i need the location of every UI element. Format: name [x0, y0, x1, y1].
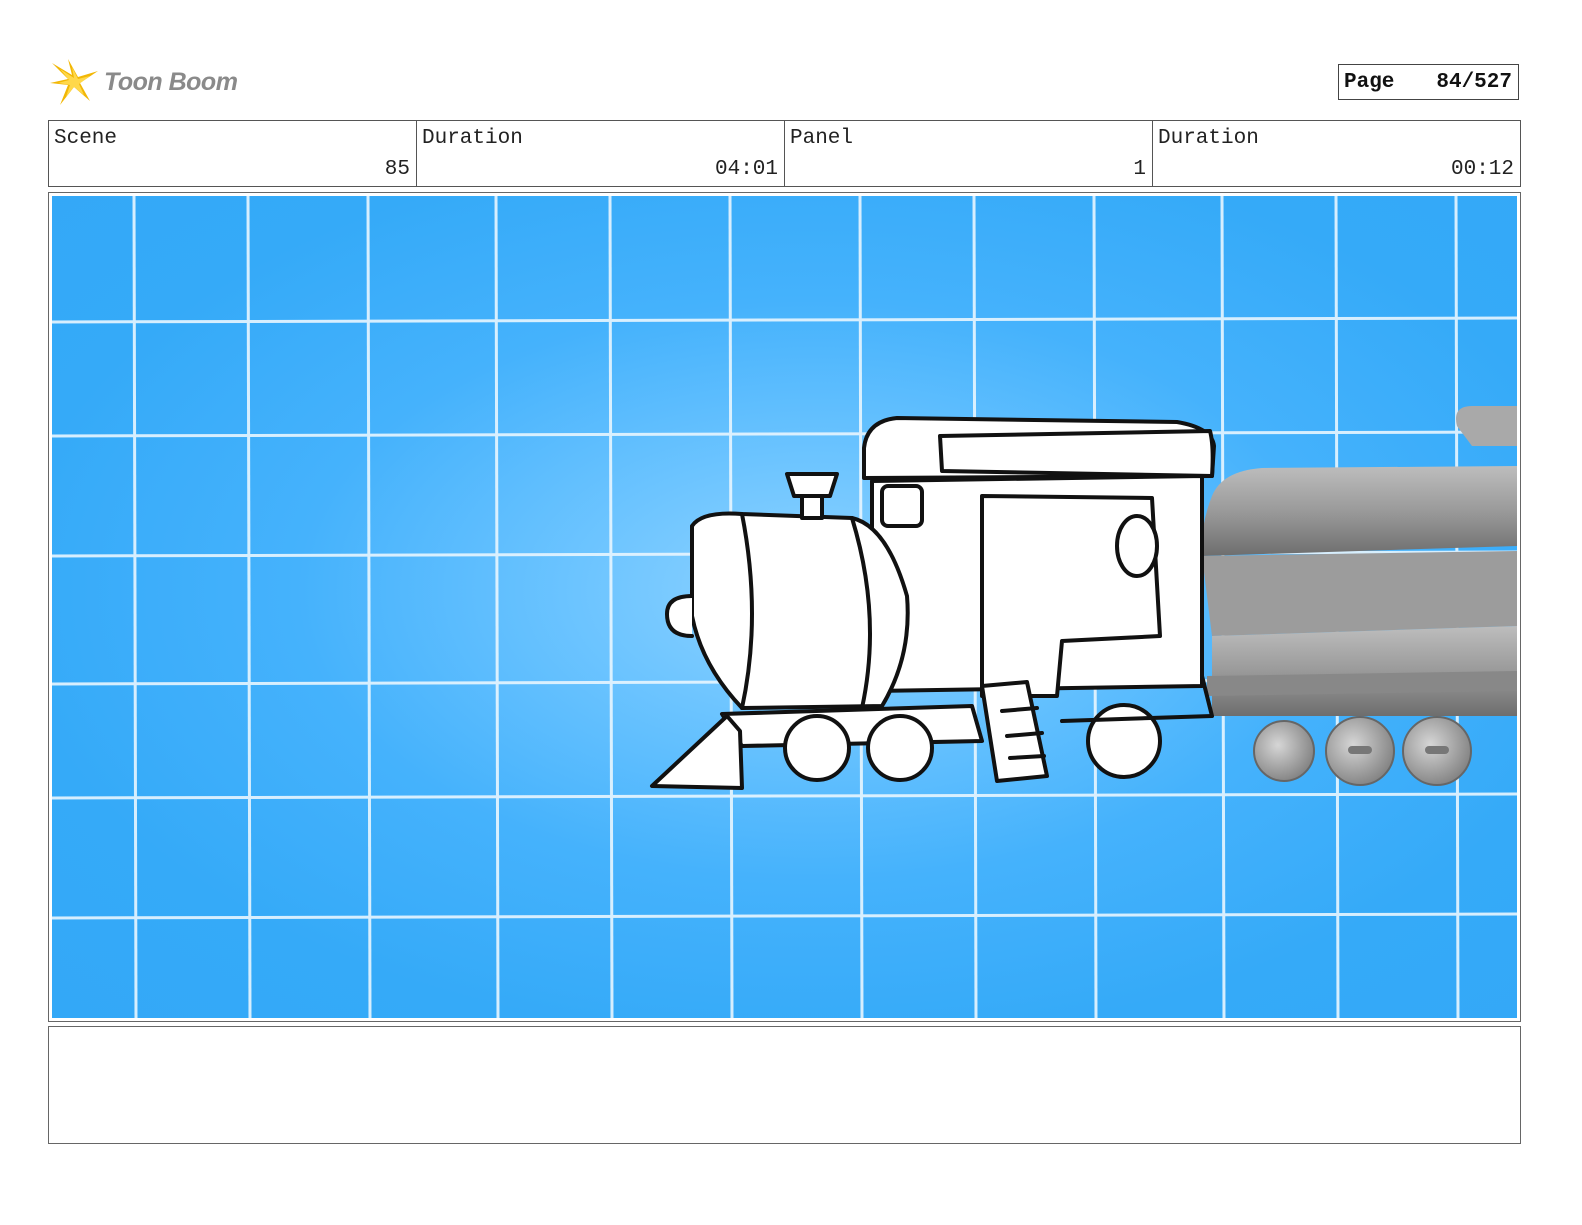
- page-indicator: Page 84/527: [1338, 64, 1519, 100]
- background-grid: [52, 196, 1517, 1018]
- scene-info-table: Scene 85 Duration 04:01 Panel 1 Duration…: [48, 120, 1521, 187]
- sketched-locomotive: [650, 416, 1216, 790]
- scene-cell: Scene 85: [49, 121, 417, 186]
- panel-duration-cell: Duration 00:12: [1153, 121, 1520, 186]
- logo-text: Toon Boom: [104, 67, 238, 96]
- panel-duration-label: Duration: [1158, 127, 1259, 150]
- panel-notes-box[interactable]: [48, 1026, 1521, 1144]
- scene-duration-value: 04:01: [714, 158, 778, 181]
- panel-artwork: [52, 196, 1517, 1018]
- scene-duration-label: Duration: [422, 127, 523, 150]
- page-number: 84/527: [1436, 70, 1512, 94]
- panel-label: Panel: [790, 127, 854, 150]
- storyboard-panel: [48, 192, 1521, 1022]
- toon-boom-star-icon: [50, 59, 98, 105]
- scene-label: Scene: [54, 127, 118, 150]
- 3d-train-car: [1201, 406, 1517, 786]
- panel-duration-value: 00:12: [1450, 158, 1514, 181]
- panel-value: 1: [1133, 158, 1146, 181]
- toon-boom-logo: Toon Boom: [50, 56, 250, 108]
- scene-value: 85: [384, 158, 410, 181]
- page-label: Page: [1344, 70, 1395, 94]
- panel-cell: Panel 1: [785, 121, 1153, 186]
- scene-duration-cell: Duration 04:01: [417, 121, 785, 186]
